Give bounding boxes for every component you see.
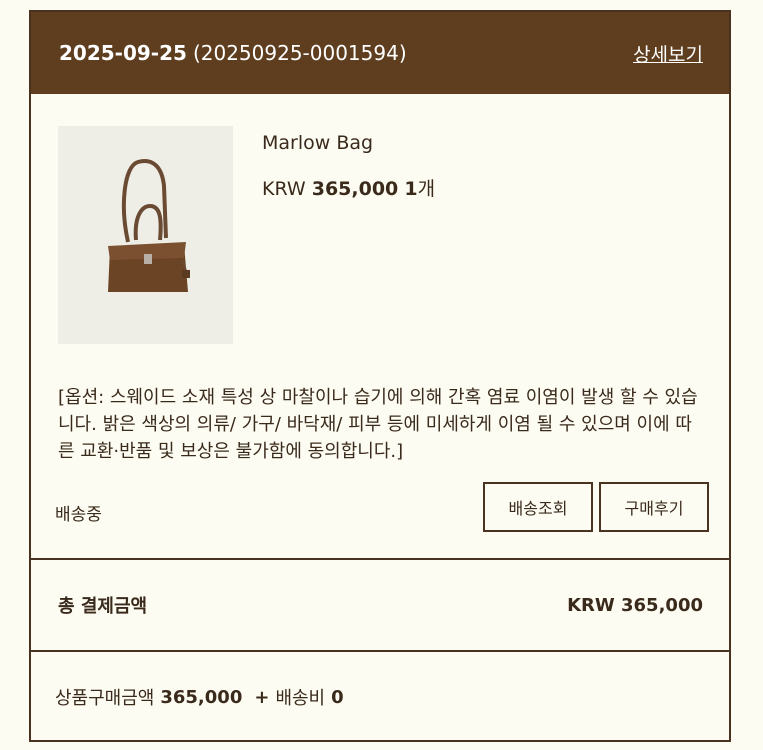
option-note: [옵션: 스웨이드 소재 특성 상 마찰이나 습기에 의해 간혹 염료 이염이 …: [58, 387, 698, 462]
product-section: Marlow Bag KRW 365,000 1개 [옵션: 스웨이드 소재 특…: [31, 94, 729, 476]
order-date: 2025-09-25: [59, 41, 187, 65]
delivery-status: 배송중: [55, 505, 102, 525]
order-number: (20250925-0001594): [192, 41, 407, 65]
write-review-button[interactable]: 구매후기: [599, 482, 709, 532]
product-price: KRW 365,000 1개: [262, 174, 435, 201]
plus-sign: +: [254, 686, 270, 708]
quantity-value: 1: [404, 178, 418, 200]
bag-icon: [58, 126, 233, 344]
order-heading: 2025-09-25 (20250925-0001594): [59, 41, 407, 65]
product-image[interactable]: [58, 126, 233, 344]
payment-summary-row: 상품구매금액 365,000 + 배송비 0: [31, 652, 729, 742]
product-name[interactable]: Marlow Bag: [262, 132, 373, 154]
goods-amount-label: 상품구매금액: [55, 688, 155, 709]
order-detail-link[interactable]: 상세보기: [633, 40, 703, 67]
price-amount: 365,000: [311, 178, 399, 200]
price-currency: KRW: [262, 178, 306, 200]
total-payment-row: 총 결제금액 KRW 365,000: [31, 560, 729, 650]
quantity-unit: 개: [417, 178, 436, 200]
shipping-fee-amount: 0: [331, 686, 344, 708]
status-row: 배송중 배송조회 구매후기: [31, 476, 729, 558]
total-label: 총 결제금액: [58, 596, 148, 617]
order-header: 2025-09-25 (20250925-0001594) 상세보기: [31, 12, 729, 94]
track-delivery-button[interactable]: 배송조회: [483, 482, 593, 532]
total-amount: KRW 365,000: [567, 594, 703, 616]
order-card: 2025-09-25(20250925-0001594) 상세보기 Marlo: [29, 10, 731, 742]
shipping-fee-label: 배송비: [275, 688, 326, 709]
goods-amount: 365,000: [160, 686, 243, 708]
